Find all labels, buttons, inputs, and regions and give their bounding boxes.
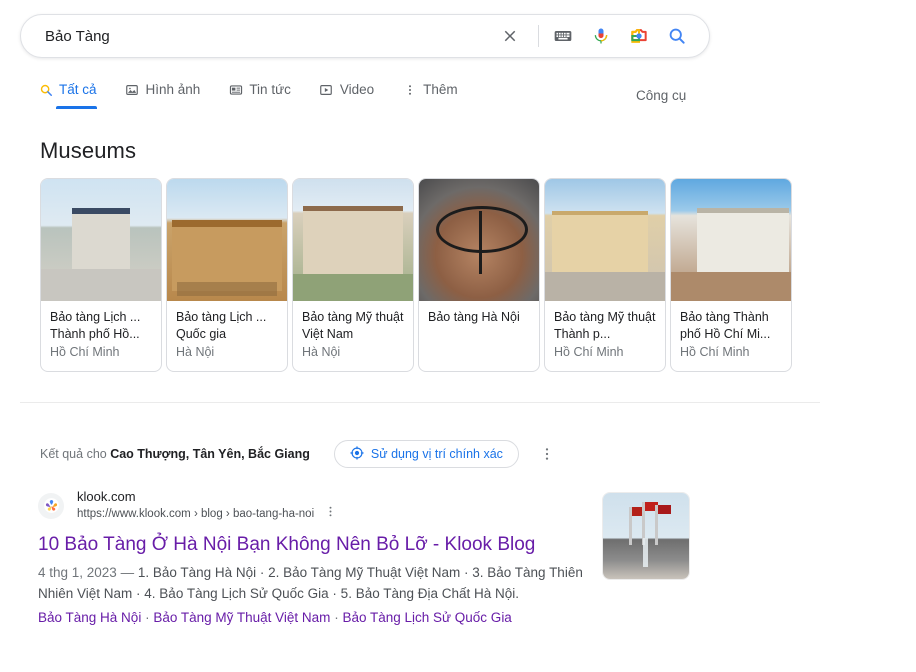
museum-card-image <box>419 179 539 301</box>
result-url-row: https://www.klook.com › blog › bao-tang-… <box>77 505 337 523</box>
sitelink[interactable]: Bảo Tàng Hà Nội <box>38 610 141 625</box>
museum-card-body: Bảo tàng Mỹ thuật Thành p... Hồ Chí Minh <box>545 301 665 371</box>
results-for-prefix: Kết quả cho <box>40 447 111 461</box>
result-menu-icon[interactable] <box>324 505 337 523</box>
museum-card-body: Bảo tàng Hà Nội <box>419 301 539 337</box>
tab-label: Tin tức <box>249 82 291 97</box>
museum-card-location: Hà Nội <box>302 345 341 359</box>
news-icon <box>228 82 243 97</box>
tab-label: Video <box>339 82 375 97</box>
tab-all[interactable]: Tất cả <box>38 82 97 109</box>
museum-card[interactable]: Bảo tàng Lịch ... Thành phố Hồ... Hồ Chí … <box>40 178 162 372</box>
results-for-label: Kết quả cho Cao Thượng, Tân Yên, Bắc Gia… <box>40 447 310 461</box>
use-precise-location-button[interactable]: Sử dụng vị trí chính xác <box>333 440 519 468</box>
search-icon <box>38 82 53 97</box>
tab-video[interactable]: Video <box>319 82 374 107</box>
museum-card-body: Bảo tàng Lịch ... Quốc gia Hà Nội <box>167 301 287 371</box>
google-lens-icon[interactable] <box>625 22 653 50</box>
museum-card-name: Bảo tàng Mỹ thuật Việt Nam <box>302 310 404 341</box>
museum-card-image <box>545 179 665 301</box>
result-thumbnail[interactable] <box>602 492 690 580</box>
sitelink[interactable]: Bảo Tàng Mỹ Thuật Việt Nam <box>153 610 330 625</box>
museum-card-location: Hà Nội <box>176 345 215 359</box>
search-bar-divider <box>538 25 539 47</box>
image-icon <box>125 82 140 97</box>
google-search-results-page: Tất cả Hình ảnh Tin tức Video Thêm <box>0 0 916 672</box>
museum-card[interactable]: Bảo tàng Lịch ... Quốc gia Hà Nội <box>166 178 288 372</box>
result-header[interactable]: klook.com https://www.klook.com › blog ›… <box>38 488 578 523</box>
use-precise-location-label: Sử dụng vị trí chính xác <box>370 447 503 461</box>
result-title-link[interactable]: 10 Bảo Tàng Ở Hà Nội Bạn Không Nên Bỏ Lỡ… <box>38 532 578 557</box>
search-bar[interactable] <box>20 14 710 58</box>
museum-card-carousel: Bảo tàng Lịch ... Thành phố Hồ... Hồ Chí … <box>40 178 792 372</box>
result-snippet: 4 thg 1, 2023 — 1. Bảo Tàng Hà Nội · 2. … <box>38 562 583 604</box>
museum-building-with-flags-image <box>603 493 689 579</box>
museum-card-body: Bảo tàng Lịch ... Thành phố Hồ... Hồ Chí … <box>41 301 161 371</box>
tab-more[interactable]: Thêm <box>402 82 458 107</box>
location-target-icon <box>350 445 364 463</box>
museum-card-body: Bảo tàng Thành phố Hồ Chí Mi... Hồ Chí M… <box>671 301 791 371</box>
active-tab-underline <box>56 106 97 109</box>
search-bar-icons <box>486 15 709 57</box>
location-row: Kết quả cho Cao Thượng, Tân Yên, Bắc Gia… <box>40 440 555 468</box>
museum-card[interactable]: Bảo tàng Hà Nội <box>418 178 540 372</box>
section-divider <box>20 402 820 403</box>
tools-button[interactable]: Công cụ <box>636 88 686 103</box>
sitelink-separator: · <box>141 610 154 625</box>
museum-card-image <box>671 179 791 301</box>
museum-card-location: Hồ Chí Minh <box>50 345 120 359</box>
result-url: https://www.klook.com › blog › bao-tang-… <box>77 508 315 520</box>
more-vertical-icon <box>402 82 417 97</box>
search-submit-icon[interactable] <box>663 22 691 50</box>
museums-heading: Museums <box>40 138 137 163</box>
museum-card[interactable]: Bảo tàng Mỹ thuật Việt Nam Hà Nội <box>292 178 414 372</box>
museum-card-name: Bảo tàng Hà Nội <box>428 310 520 324</box>
result-sitelinks: Bảo Tàng Hà Nội · Bảo Tàng Mỹ Thuật Việt… <box>38 607 578 628</box>
museum-card-location: Hồ Chí Minh <box>680 345 750 359</box>
tab-images[interactable]: Hình ảnh <box>125 82 201 107</box>
search-result: klook.com https://www.klook.com › blog ›… <box>38 488 583 628</box>
sitelink-separator: · <box>330 610 343 625</box>
keyboard-icon[interactable] <box>549 22 577 50</box>
museum-card[interactable]: Bảo tàng Thành phố Hồ Chí Mi... Hồ Chí M… <box>670 178 792 372</box>
museum-card-image <box>293 179 413 301</box>
museum-card-location: Hồ Chí Minh <box>554 345 624 359</box>
museum-card-name: Bảo tàng Lịch ... Thành phố Hồ... <box>50 310 141 341</box>
klook-logo-icon <box>38 492 64 519</box>
video-icon <box>319 82 334 97</box>
clear-icon[interactable] <box>496 22 524 50</box>
tab-label: Tất cả <box>59 82 97 97</box>
museum-card-name: Bảo tàng Mỹ thuật Thành p... <box>554 310 656 341</box>
tab-label: Thêm <box>423 82 458 97</box>
results-for-place: Cao Thượng, Tân Yên, Bắc Giang <box>110 447 310 461</box>
museum-card-image <box>41 179 161 301</box>
search-tabs: Tất cả Hình ảnh Tin tức Video Thêm <box>38 82 486 116</box>
museum-card[interactable]: Bảo tàng Mỹ thuật Thành p... Hồ Chí Minh <box>544 178 666 372</box>
museum-card-name: Bảo tàng Lịch ... Quốc gia <box>176 310 267 341</box>
result-snippet-date: 4 thg 1, 2023 — <box>38 565 138 580</box>
tab-news[interactable]: Tin tức <box>228 82 291 107</box>
search-input[interactable] <box>21 27 486 45</box>
tab-label: Hình ảnh <box>145 82 201 97</box>
museum-card-body: Bảo tàng Mỹ thuật Việt Nam Hà Nội <box>293 301 413 371</box>
museum-card-name: Bảo tàng Thành phố Hồ Chí Mi... <box>680 310 771 341</box>
sitelink[interactable]: Bảo Tàng Lịch Sử Quốc Gia <box>342 610 511 625</box>
microphone-icon[interactable] <box>587 22 615 50</box>
location-options-icon[interactable] <box>539 446 555 462</box>
museum-card-image <box>167 179 287 301</box>
result-domain: klook.com <box>77 489 136 504</box>
result-site-info: klook.com https://www.klook.com › blog ›… <box>77 488 337 523</box>
